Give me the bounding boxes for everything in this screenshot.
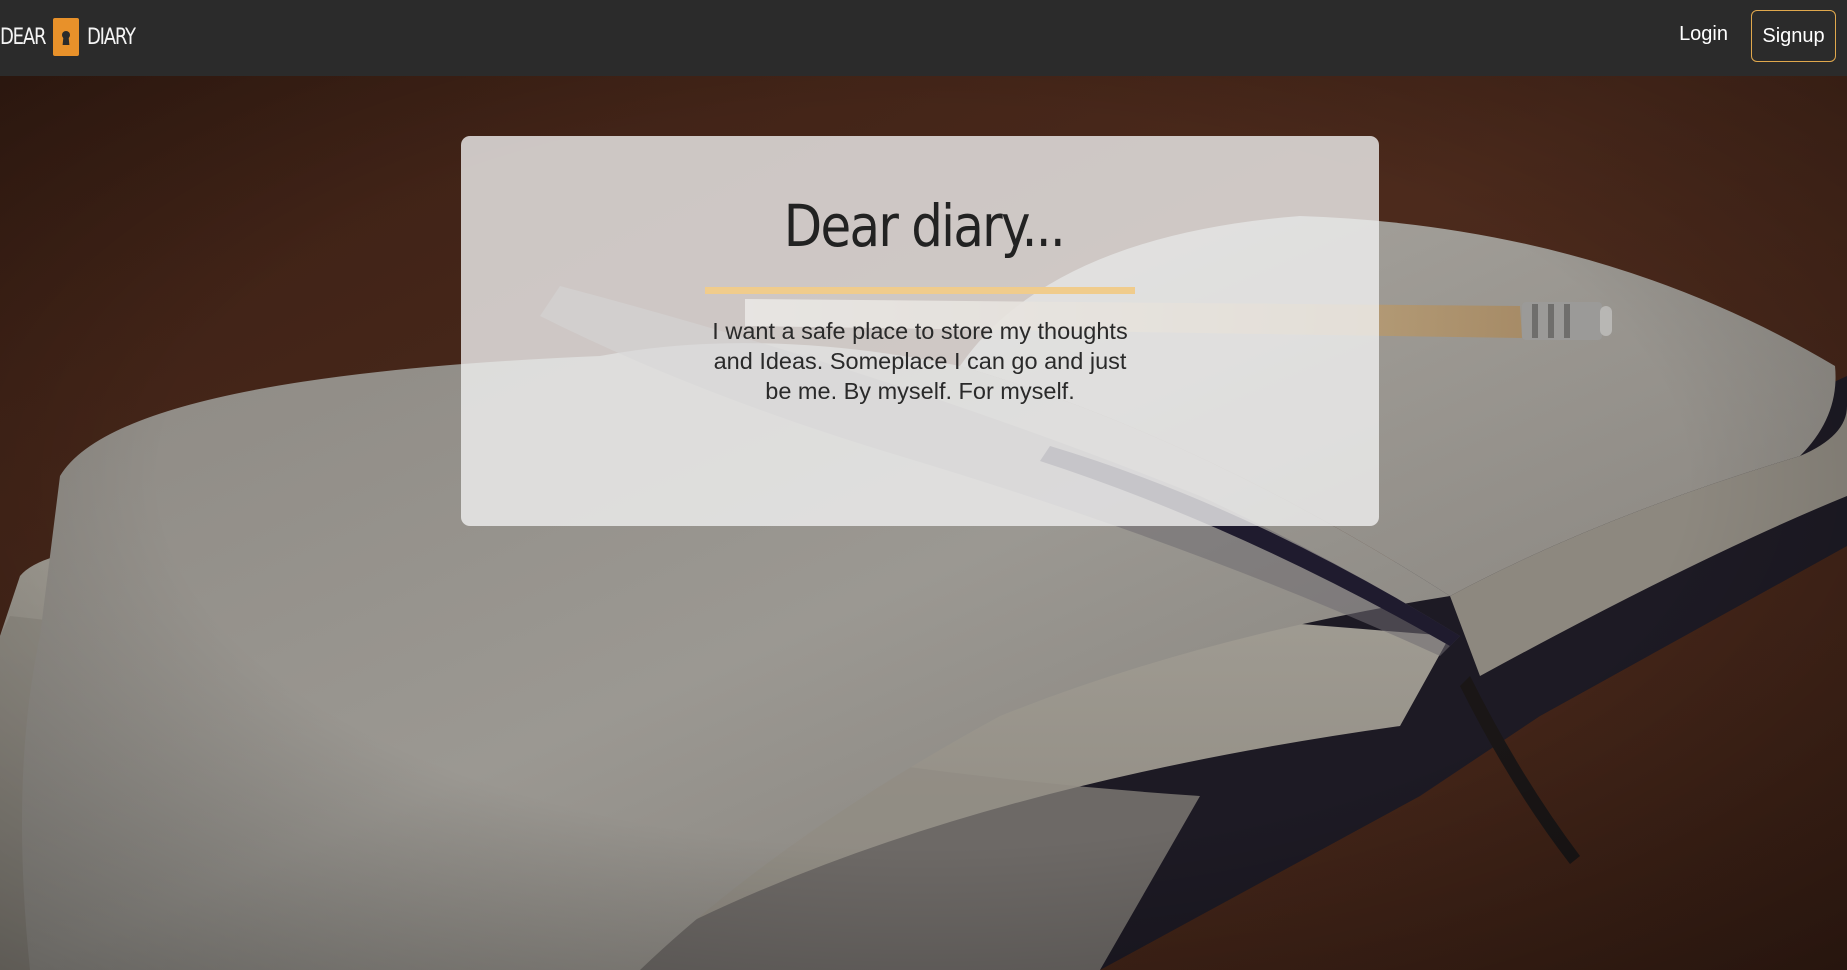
login-link[interactable]: Login	[1679, 23, 1728, 46]
hero-description: I want a safe place to store my thoughts…	[712, 318, 1128, 404]
brand-logo[interactable]: DEAR DIARY	[0, 18, 145, 56]
keyhole-icon	[53, 18, 80, 56]
brand-word-dear: DEAR	[0, 24, 46, 50]
signup-button[interactable]: Signup	[1751, 10, 1836, 62]
title-underline	[705, 287, 1135, 294]
hero-title: Dear diary...	[783, 192, 1065, 260]
brand-word-diary: DIARY	[87, 24, 136, 50]
page: DEAR DIARY Login Signup Dear diary... I …	[0, 0, 1847, 970]
navbar: DEAR DIARY Login Signup	[0, 0, 1847, 76]
